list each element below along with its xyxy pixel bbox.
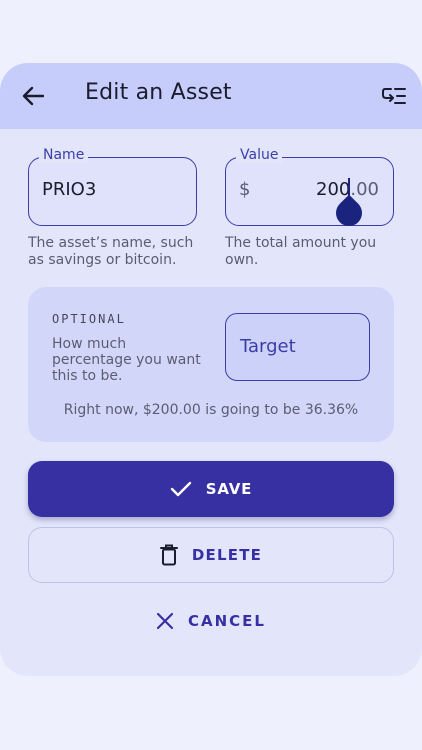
value-field[interactable]: Value $ 200.00: [225, 147, 394, 232]
optional-label: OPTIONAL: [52, 312, 126, 326]
optional-target-section: OPTIONAL How much percentage you want th…: [28, 287, 394, 442]
name-helper-text: The asset’s name, such as savings or bit…: [28, 235, 194, 268]
target-input[interactable]: Target: [225, 313, 370, 381]
close-icon: [156, 612, 174, 630]
back-button[interactable]: [20, 83, 46, 109]
currency-prefix: $: [239, 179, 251, 200]
trash-icon: [159, 544, 178, 566]
reorder-icon: [382, 88, 406, 104]
name-field-label: Name: [39, 147, 89, 163]
delete-button[interactable]: DELETE: [28, 527, 394, 583]
name-field-value: PRIO3: [42, 179, 97, 200]
cancel-button[interactable]: CANCEL: [28, 593, 394, 649]
delete-label: DELETE: [191, 546, 263, 564]
save-button[interactable]: SAVE: [28, 461, 394, 517]
top-app-bar: Edit an Asset: [0, 63, 422, 129]
value-field-label: Value: [236, 147, 283, 163]
allocation-summary: Right now, $200.00 is going to be 36.36%: [63, 402, 359, 418]
save-label: SAVE: [205, 480, 253, 498]
name-field[interactable]: Name PRIO3: [28, 147, 197, 226]
check-icon: [170, 481, 191, 497]
edit-asset-card: Edit an Asset Name PRIO3 The asset’s nam…: [0, 63, 422, 676]
reorder-button[interactable]: [382, 85, 406, 107]
optional-description: How much percentage you want this to be.: [52, 336, 201, 384]
cancel-label: CANCEL: [188, 612, 266, 630]
value-decimals: .00: [350, 179, 379, 200]
page-title: Edit an Asset: [85, 80, 232, 105]
target-placeholder: Target: [240, 336, 296, 357]
cursor-handle[interactable]: [330, 194, 368, 232]
value-helper-text: The total amount you own.: [225, 235, 377, 268]
arrow-left-icon: [22, 86, 44, 106]
